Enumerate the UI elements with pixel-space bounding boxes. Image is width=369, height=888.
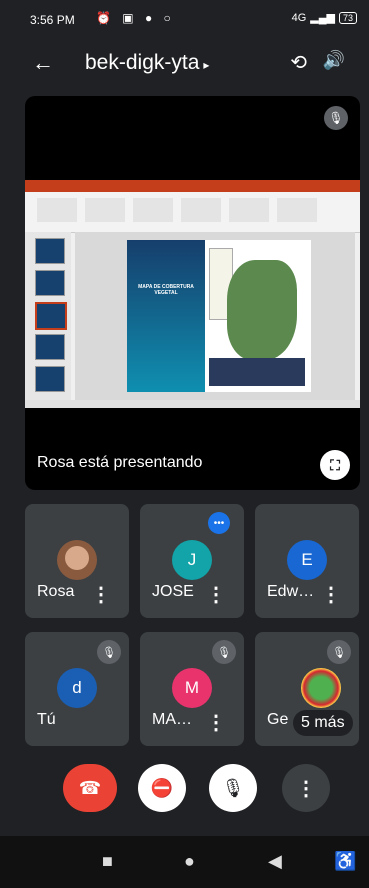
slide-title: MAPA DE COBERTURA VEGETAL [138,284,194,296]
more-options-icon[interactable]: ⋮ [206,582,226,607]
mic-off-icon: 🎙 [212,640,236,664]
slide-canvas: MAPA DE COBERTURA VEGETAL [75,232,355,400]
switch-camera-icon[interactable]: ⟲ [290,50,307,75]
signal-label: 4G [291,11,307,24]
android-nav-bar: ■ ● ◀ ♿ [0,836,369,888]
participant-name: Ge [267,711,289,728]
slide-thumbnail [35,270,65,296]
avatar [57,540,97,580]
recent-apps-icon[interactable]: ■ [102,851,113,872]
more-participants-badge[interactable]: 5 más [293,710,353,736]
more-options-icon[interactable]: ⋮ [206,710,226,735]
slide-thumbnail [35,302,67,330]
caret-icon: ▸ [203,58,210,72]
participant-tile-rosa[interactable]: Rosa ⋮ [25,504,129,618]
ribbon-group [37,198,77,222]
ribbon-group [133,198,173,222]
map-footer [209,358,305,386]
ribbon-group [181,198,221,222]
avatar: d [57,668,97,708]
slide-page: MAPA DE COBERTURA VEGETAL [127,240,311,392]
status-bar: 3:56 PM ⏰ ▣ ● ○ 4G ▂▄▆ 73 [0,0,369,36]
accessibility-icon[interactable]: ♿ [334,851,356,872]
vegetation-map [227,260,297,360]
mic-off-icon: 🎙 [324,106,348,130]
meeting-code[interactable]: bek-digk-yta ▸ [85,51,209,75]
meeting-code-text: bek-digk-yta [85,51,200,74]
notification-icons: ⏰ ▣ ● ○ [96,11,175,25]
slide-thumbnail [35,238,65,264]
participant-name: Rosa [37,583,75,600]
participant-name: Edw… [267,583,315,600]
avatar: E [287,540,327,580]
participant-tile-jose[interactable]: ••• J JOSE ⋮ [140,504,244,618]
mic-off-icon: 🎙 [327,640,351,664]
presenter-label: Rosa está presentando [37,454,203,471]
camera-off-button[interactable]: ⛔ [138,764,186,812]
avatar: J [172,540,212,580]
speaking-indicator-icon: ••• [208,512,230,534]
mic-off-icon: 🎙 [97,640,121,664]
ppt-status-bar [25,400,360,408]
ribbon-group [229,198,269,222]
shared-screen: MAPA DE COBERTURA VEGETAL [25,180,360,408]
hang-up-button[interactable]: ☎ [63,764,117,812]
ppt-title-bar [25,180,360,192]
participant-name: MA… [152,711,192,728]
participant-tile-edw[interactable]: E Edw… ⋮ [255,504,359,618]
ribbon-group [85,198,125,222]
emblem-avatar [301,668,341,708]
battery-icon: 73 [338,11,357,24]
slide-thumbnail [35,366,65,392]
back-icon[interactable]: ◀ [268,851,282,872]
slide-thumbnails [25,232,71,400]
speaker-icon[interactable]: 🔊 [323,50,345,71]
avatar: M [172,668,212,708]
presentation-tile[interactable]: 🎙 MAPA DE COBERTURA VEGETAL Rosa está pr… [25,96,360,490]
participant-name: Tú [37,711,56,728]
call-controls: ☎ ⛔ 🎙 ⋮ [0,764,369,820]
slide-left-panel: MAPA DE COBERTURA VEGETAL [127,240,205,392]
participant-tile-you[interactable]: 🎙 d Tú [25,632,129,746]
slide-thumbnail [35,334,65,360]
more-options-icon[interactable]: ⋮ [91,582,111,607]
participant-tile-ma[interactable]: 🎙 M MA… ⋮ [140,632,244,746]
participant-tile-more[interactable]: 🎙 Ge 5 más [255,632,359,746]
status-time: 3:56 PM [30,13,75,27]
status-right: 4G ▂▄▆ 73 [292,11,357,24]
signal-icon: ▂▄▆ [310,12,335,24]
fullscreen-icon[interactable]: ⛶ [320,450,350,480]
back-arrow-icon[interactable]: ← [32,50,54,76]
participant-name: JOSE [152,583,194,600]
meeting-header: ← bek-digk-yta ▸ ⟲ 🔊 [0,40,369,88]
mic-off-button[interactable]: 🎙 [209,764,257,812]
ppt-ribbon [25,192,360,233]
ribbon-group [277,198,317,222]
home-icon[interactable]: ● [184,851,195,872]
more-options-button[interactable]: ⋮ [282,764,330,812]
more-options-icon[interactable]: ⋮ [321,582,341,607]
